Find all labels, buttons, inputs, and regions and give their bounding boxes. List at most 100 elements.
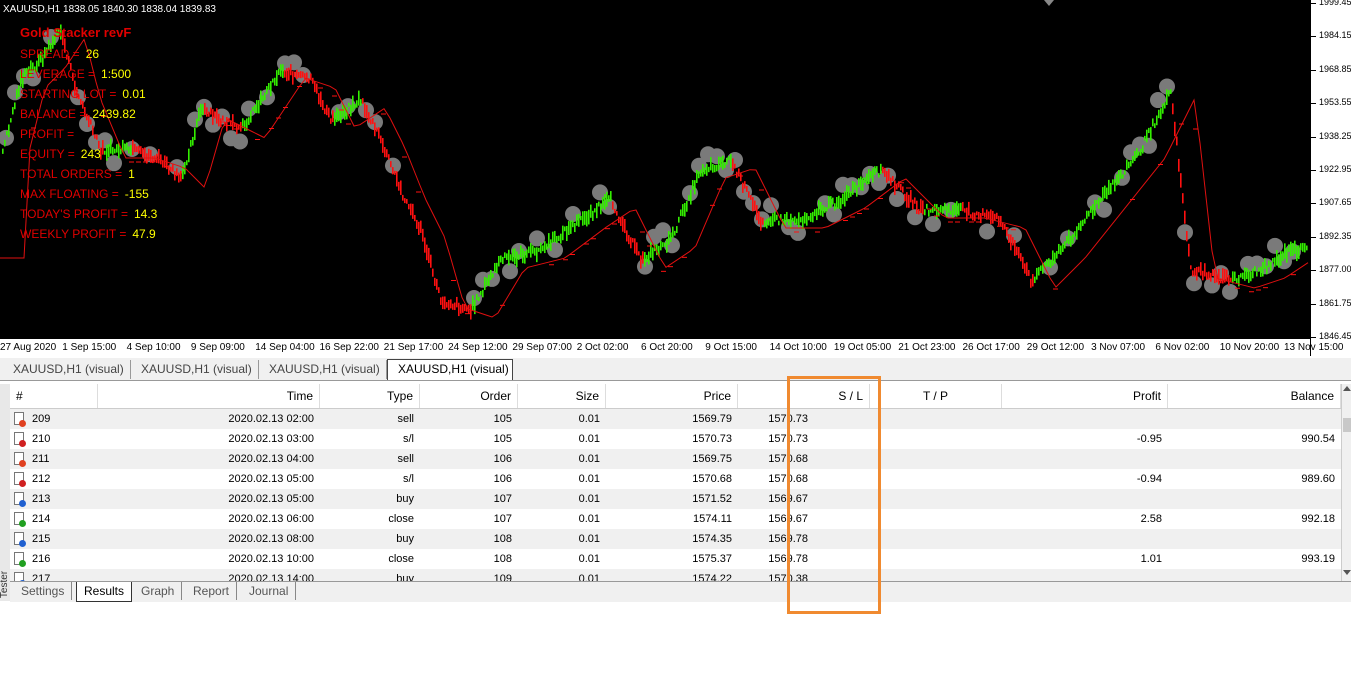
price-candle [1106, 187, 1108, 200]
table-row[interactable]: 212 2020.02.13 05:00 s/l 106 0.01 1570.68 1570… [10, 469, 1341, 489]
trade-marker [1177, 224, 1193, 241]
price-candle [610, 191, 612, 202]
col-header-type[interactable]: Type [320, 384, 420, 408]
ea-info-label: BALANCE = [20, 107, 87, 121]
tab-journal[interactable]: Journal [242, 582, 297, 600]
table-row[interactable]: 215 2020.02.13 08:00 buy 108 0.01 1574.35 1569… [10, 529, 1341, 549]
price-candle [1066, 235, 1068, 244]
price-candle [470, 304, 472, 320]
price-candle [432, 268, 434, 277]
col-header-profit[interactable]: Profit [1002, 384, 1168, 408]
col-header-order[interactable]: Order [420, 384, 518, 408]
tab-settings[interactable]: Settings [14, 582, 73, 600]
price-candle [226, 117, 228, 132]
order-status-dot [19, 420, 26, 427]
col-header-sl[interactable]: S / L [738, 384, 870, 408]
price-candle [1150, 127, 1152, 141]
table-row[interactable]: 216 2020.02.13 10:00 close 108 0.01 1575.37 15… [10, 549, 1341, 569]
cell-price: 1569.75 [692, 453, 732, 465]
cell-sl: 1570.68 [768, 473, 808, 485]
price-tick-label: 1968.85 [1311, 63, 1351, 74]
table-row[interactable]: 217 2020.02.13 14:00 buy 109 0.01 1574.22 1570… [10, 569, 1341, 581]
price-candle [906, 192, 908, 208]
cell-tp [870, 509, 1002, 529]
cell-order: 105 [493, 413, 512, 425]
tab-chart-visual[interactable]: XAUUSD,H1 (visual) [3, 360, 131, 379]
price-candle [626, 230, 628, 242]
price-candle [910, 190, 912, 203]
col-header-id[interactable]: # [10, 384, 98, 408]
cell-id: 211 [32, 453, 50, 465]
price-candle [1136, 148, 1138, 158]
col-header-price[interactable]: Price [606, 384, 738, 408]
price-candle [412, 203, 414, 219]
tab-chart-visual[interactable]: XAUUSD,H1 (visual) [259, 360, 387, 379]
price-candle [848, 186, 850, 198]
scroll-thumb[interactable] [1343, 418, 1351, 432]
price-candle [1148, 127, 1150, 134]
shift-marker-icon[interactable] [1044, 0, 1054, 6]
price-candle [1274, 257, 1276, 267]
cell-type: buy [396, 573, 414, 581]
tab-report[interactable]: Report [186, 582, 238, 600]
price-candle [1302, 242, 1304, 252]
price-candle [366, 104, 368, 119]
price-candle [340, 110, 342, 124]
price-candle [776, 214, 778, 221]
price-candle [534, 247, 536, 256]
table-row[interactable]: 214 2020.02.13 06:00 close 107 0.01 1574.11 15… [10, 509, 1341, 529]
table-row[interactable]: 213 2020.02.13 05:00 buy 107 0.01 1571.52 1569… [10, 489, 1341, 509]
tab-chart-visual[interactable]: XAUUSD,H1 (visual) [387, 359, 513, 380]
price-candle [1118, 170, 1120, 184]
price-candle [552, 231, 554, 243]
price-candle [274, 77, 276, 86]
price-candle [1272, 257, 1274, 263]
scroll-down-icon[interactable] [1343, 570, 1351, 575]
table-row[interactable]: 211 2020.02.13 04:00 sell 106 0.01 1569.75 157… [10, 449, 1341, 469]
price-chart[interactable]: XAUUSD,H1 1838.05 1840.30 1838.04 1839.8… [0, 0, 1351, 356]
time-tick-label: 2 Oct 02:00 [576, 342, 629, 353]
cell-tp [870, 489, 1002, 509]
price-candle [418, 221, 420, 235]
price-candle [490, 269, 492, 280]
tester-label: Tester [0, 570, 11, 599]
scroll-up-icon[interactable] [1343, 386, 1351, 391]
price-candle [1264, 258, 1266, 269]
cell-price: 1574.11 [693, 513, 732, 525]
price-candle [1108, 179, 1110, 195]
price-candle [892, 175, 894, 181]
table-row[interactable]: 210 2020.02.13 03:00 s/l 105 0.01 1570.73 1570… [10, 429, 1341, 449]
price-candle [700, 169, 702, 177]
price-candle [414, 214, 416, 222]
tab-chart-visual[interactable]: XAUUSD,H1 (visual) [131, 360, 259, 379]
price-candle [318, 93, 320, 105]
order-blue-icon [14, 532, 26, 547]
price-candle [1282, 251, 1284, 261]
price-candle [1258, 267, 1260, 272]
results-scrollbar[interactable] [1341, 384, 1351, 581]
tab-results[interactable]: Results [76, 582, 133, 602]
price-candle [508, 249, 510, 266]
order-status-dot [19, 520, 26, 527]
price-candle [612, 201, 614, 210]
table-row[interactable]: 209 2020.02.13 02:00 sell 105 0.01 1569.79 157… [10, 409, 1341, 429]
order-red-icon [14, 452, 26, 467]
tab-graph[interactable]: Graph [134, 582, 183, 600]
cell-price: 1575.37 [692, 553, 732, 565]
price-candle [386, 149, 388, 158]
price-candle [954, 202, 956, 215]
col-header-size[interactable]: Size [518, 384, 606, 408]
cell-balance: 993.19 [1301, 553, 1335, 565]
col-header-tp[interactable]: T / P [870, 384, 1002, 408]
price-candle [818, 200, 820, 216]
price-candle [474, 300, 476, 315]
col-header-time[interactable]: Time [98, 384, 320, 408]
price-candle [286, 68, 288, 82]
cell-size: 0.01 [578, 513, 600, 525]
ea-info-value: 243 [80, 147, 101, 161]
price-candle [908, 194, 910, 208]
price-candle [476, 293, 478, 301]
price-candle [572, 220, 574, 228]
col-header-balance[interactable]: Balance [1168, 384, 1341, 408]
price-candle [248, 117, 250, 125]
